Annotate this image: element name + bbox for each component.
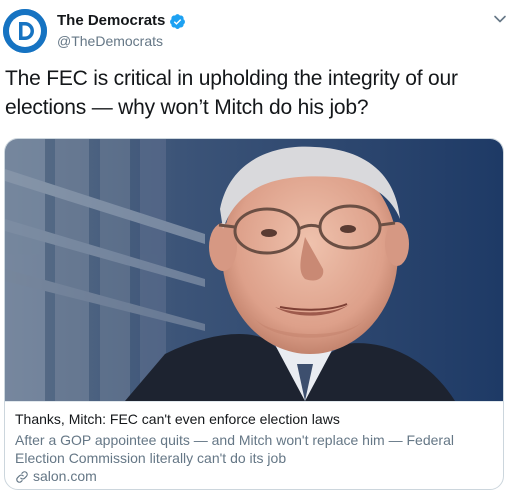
chevron-down-icon[interactable]: [493, 12, 507, 26]
author-name-row[interactable]: The Democrats: [57, 12, 186, 30]
author-handle[interactable]: @TheDemocrats: [57, 33, 163, 50]
card-title[interactable]: Thanks, Mitch: FEC can't even enforce el…: [15, 411, 340, 428]
link-card[interactable]: Thanks, Mitch: FEC can't even enforce el…: [4, 138, 504, 490]
card-image[interactable]: [5, 139, 503, 401]
tweet[interactable]: The Democrats @TheDemocrats The FEC is c…: [0, 0, 512, 501]
democrats-d-logo-icon: [3, 9, 47, 53]
card-body[interactable]: Thanks, Mitch: FEC can't even enforce el…: [5, 401, 503, 489]
verified-badge-icon: [170, 13, 186, 29]
author-display-name[interactable]: The Democrats: [57, 12, 165, 30]
avatar[interactable]: [3, 9, 47, 53]
card-description: After a GOP appointee quits — and Mitch …: [15, 432, 454, 466]
card-domain[interactable]: salon.com: [15, 468, 97, 485]
tweet-text: The FEC is critical in upholding the int…: [5, 67, 458, 119]
link-icon: [16, 470, 28, 483]
card-domain-text[interactable]: salon.com: [33, 468, 97, 485]
card-photo: [5, 139, 503, 401]
